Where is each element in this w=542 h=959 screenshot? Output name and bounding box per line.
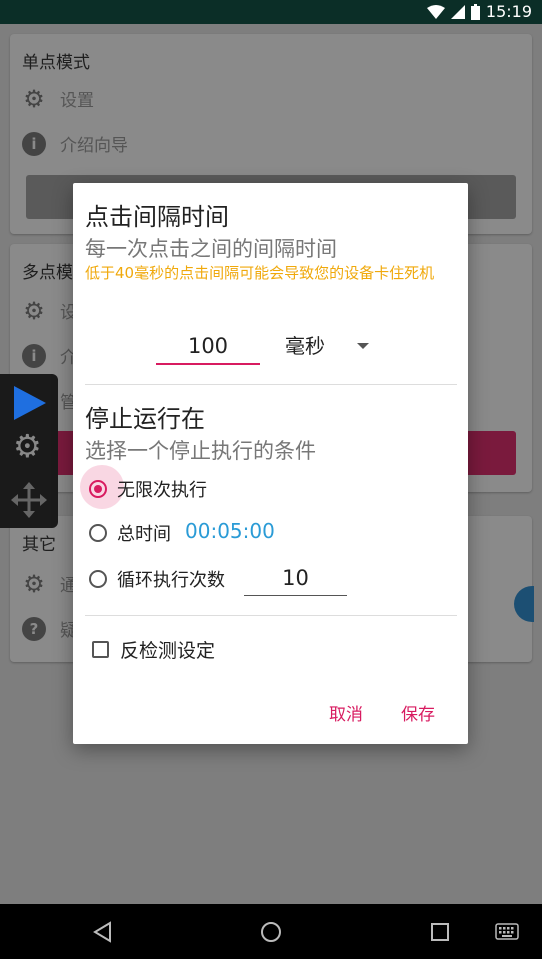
multi-mode-title: 多点模: [22, 263, 73, 283]
wifi-icon: [426, 4, 445, 19]
other-title: 其它: [22, 535, 56, 555]
navigation-bar: [0, 904, 542, 959]
multi-mode-settings-row[interactable]: ⚙ 设: [22, 296, 77, 325]
home-icon[interactable]: [260, 921, 282, 943]
cancel-button[interactable]: 取消: [329, 700, 363, 725]
back-icon[interactable]: [92, 921, 112, 943]
anti-detect-checkbox[interactable]: [92, 641, 109, 658]
interval-warning: 低于40毫秒的点击间隔可能会导致您的设备卡住死机: [85, 264, 435, 282]
recents-icon[interactable]: [430, 922, 450, 942]
move-icon[interactable]: [11, 482, 47, 518]
single-mode-guide-row[interactable]: i 介绍向导: [22, 131, 128, 156]
radio-infinite[interactable]: [89, 480, 107, 498]
gear-icon: ⚙: [23, 569, 45, 598]
total-time-value[interactable]: 00:05:00: [185, 519, 275, 543]
option-infinite[interactable]: 无限次执行: [89, 476, 207, 502]
other-row-1[interactable]: ⚙ 通: [22, 569, 77, 598]
option-total-time[interactable]: 总时间: [89, 520, 171, 546]
floating-control-panel[interactable]: ⚙: [0, 374, 58, 528]
signal-icon: [450, 4, 465, 19]
dropdown-caret-icon[interactable]: [357, 343, 369, 349]
help-icon: ?: [22, 616, 46, 641]
battery-icon: [470, 3, 480, 20]
toggle-switch[interactable]: [514, 586, 534, 622]
keyboard-icon[interactable]: [495, 923, 519, 940]
radio-loop-count[interactable]: [89, 570, 107, 588]
gear-icon: ⚙: [23, 296, 45, 325]
dialog-title: 点击间隔时间: [85, 203, 229, 231]
single-mode-settings-row[interactable]: ⚙ 设置: [22, 84, 94, 113]
dialog-subtitle: 每一次点击之间的间隔时间: [85, 237, 337, 261]
stop-condition-subtitle: 选择一个停止执行的条件: [85, 439, 316, 463]
anti-detect-row[interactable]: 反检测设定: [92, 636, 215, 663]
interval-input[interactable]: 100: [156, 330, 260, 365]
info-icon: i: [22, 343, 46, 368]
single-mode-settings-label: 设置: [60, 91, 94, 111]
interval-unit-value: 毫秒: [285, 334, 325, 358]
anti-detect-label: 反检测设定: [120, 640, 216, 662]
option-infinite-label: 无限次执行: [117, 480, 207, 501]
option-total-time-label: 总时间: [117, 524, 171, 545]
info-icon: i: [22, 131, 46, 156]
save-button[interactable]: 保存: [401, 700, 435, 725]
section-divider: [85, 384, 457, 385]
multi-mode-guide-row[interactable]: i 介: [22, 343, 77, 368]
status-bar: 15:19: [0, 0, 542, 24]
status-time: 15:19: [485, 2, 532, 21]
click-interval-dialog: 点击间隔时间 每一次点击之间的间隔时间 低于40毫秒的点击间隔可能会导致您的设备…: [73, 183, 468, 744]
gear-icon[interactable]: ⚙: [13, 430, 42, 462]
stop-condition-title: 停止运行在: [85, 405, 205, 433]
loop-count-input[interactable]: 10: [244, 561, 347, 596]
other-row-2[interactable]: ? 疑: [22, 616, 77, 641]
section-divider: [85, 615, 457, 616]
option-loop-count[interactable]: 循环执行次数: [89, 566, 225, 592]
gear-icon: ⚙: [23, 84, 45, 113]
single-mode-title: 单点模式: [22, 53, 90, 73]
play-icon[interactable]: [12, 384, 48, 422]
single-mode-guide-label: 介绍向导: [60, 136, 128, 156]
option-loop-count-label: 循环执行次数: [117, 570, 225, 591]
radio-total-time[interactable]: [89, 524, 107, 542]
